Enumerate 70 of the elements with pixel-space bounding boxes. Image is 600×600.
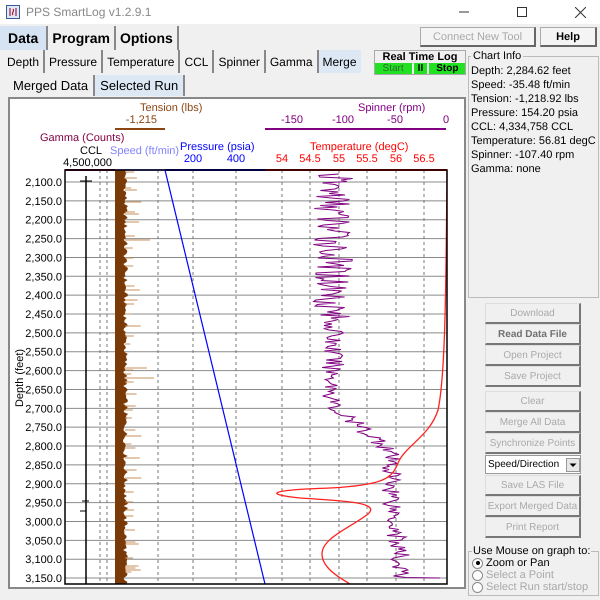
depth-label: 2,950.0 [25,498,62,510]
radio-option[interactable]: Zoom or Pan [472,557,595,569]
info-line: CCL: 4,334,758 CCL [471,120,574,134]
depth-label: 2,900.0 [25,478,62,491]
tick-label: 55.5 [356,153,378,165]
depth-label: 3,150.0 [25,573,62,586]
curve-title: Temperature (degC) [310,141,408,153]
close-icon[interactable] [575,6,586,18]
tick-label: -100 [332,114,354,126]
tick-label: 54 [276,153,288,165]
depth-label: 2,600.0 [25,366,62,378]
tick-label: 0 [442,114,450,126]
tick-label: 56.5 [413,153,435,165]
panel-title: Use Mouse on graph to: [472,545,592,557]
tick-label: 400 [226,153,246,165]
depth-label: 3,100.0 [25,554,62,566]
depth-label: 2,650.0 [25,384,62,396]
tick-label: -50 [387,114,403,126]
tick-label: 55 [332,153,346,165]
tick-label: -1,215 [126,114,157,126]
depth-label: 2,200.0 [25,214,62,227]
curve-title: Tension (lbs) [140,102,202,114]
caret-icon [566,458,580,472]
depth-label: 2,100.0 [25,177,62,189]
panel-title: Chart Info [472,50,522,62]
tick-label: 54.5 [299,153,321,165]
depth-label: 2,800.0 [25,441,62,454]
dropdown[interactable]: Speed/Direction [485,455,581,474]
window-title: PPS SmartLog v1.2.9.1 [26,5,152,19]
app-icon [6,5,20,19]
depth-label: 2,850.0 [25,460,62,472]
depth-label: 2,500.0 [25,328,62,340]
toolbar-button[interactable]: Help [540,27,597,47]
depth-label: 3,050.0 [25,535,62,548]
info-line: Depth: 2,284.62 feet [471,64,572,78]
axis-title: Depth (feet) [14,348,26,408]
tab[interactable]: Selected Run [95,75,186,96]
depth-label: 2,400.0 [25,290,62,302]
tick-label: 4,500,000 [63,157,112,169]
log-button[interactable]: Stop [429,63,466,74]
tab[interactable]: Merge [318,50,361,73]
panel-title: Real Time Log [382,51,458,63]
tick-label: -150 [280,114,304,126]
curve-title: Speed (ft/min) [110,145,180,157]
depth-label: 2,300.0 [25,252,62,264]
depth-label: 3,000.0 [25,516,62,528]
depth-label: 2,150.0 [25,196,62,208]
info-line: Pressure: 154.20 psia [471,106,580,120]
tick-label: 56 [390,153,402,165]
info-line: Tension: -1,218.92 lbs [471,92,580,106]
depth-label: 2,700.0 [25,403,62,416]
menu-tab[interactable]: Data [0,26,48,50]
curve-title: CCL [80,145,102,157]
info-line: Temperature: 56.81 degC [471,134,596,148]
info-line: Speed: -35.48 ft/min [471,78,572,92]
maximize-icon[interactable] [517,7,527,17]
log-button[interactable]: II [414,63,428,74]
axis-line [115,128,165,130]
depth-label: 2,350.0 [25,271,62,284]
curve-title: Spinner (rpm) [358,102,426,114]
info-line: Spinner: -107.40 rpm [471,148,576,162]
info-line: Gamma: none [471,162,542,176]
depth-label: 2,250.0 [25,234,62,246]
action-button[interactable]: Read Data File [485,324,581,345]
depth-label: 2,450.0 [25,309,62,322]
curve-title: Pressure (psia) [180,141,255,153]
depth-label: 2,750.0 [25,422,62,434]
curve-title: Gamma (Counts) [40,132,124,144]
tick-label: 200 [184,153,202,165]
depth-label: 2,550.0 [25,346,62,359]
